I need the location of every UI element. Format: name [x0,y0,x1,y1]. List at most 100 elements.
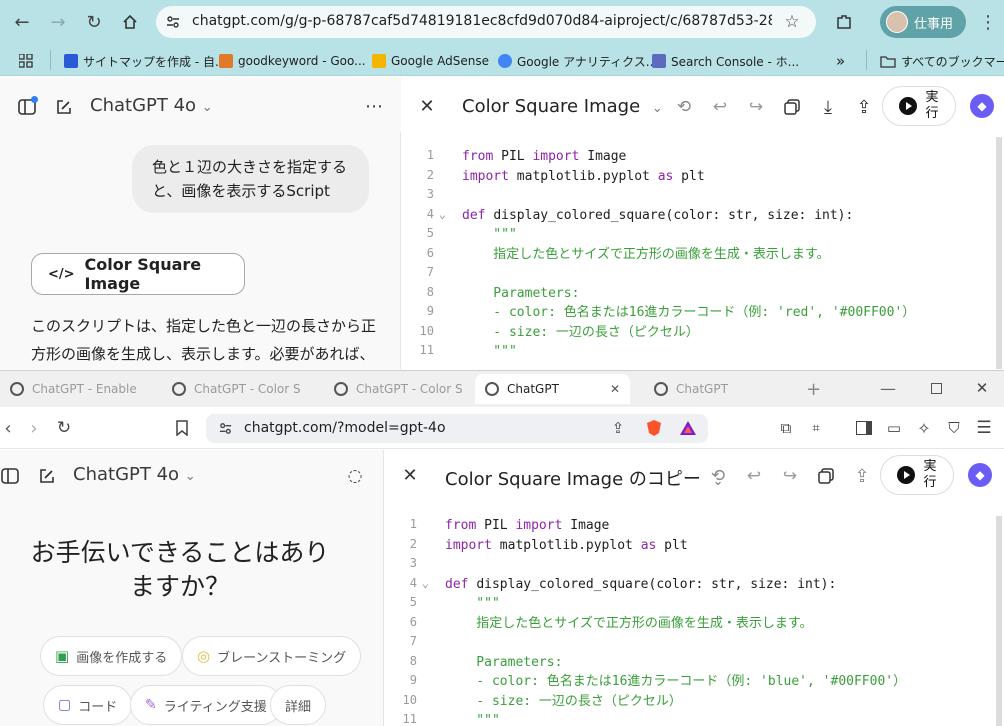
reload-icon[interactable]: ↻ [82,10,106,34]
canvas-open-button[interactable]: </> Color Square Image [31,253,245,295]
extensions-icon[interactable] [832,10,856,34]
bookmark-icon[interactable] [172,418,192,438]
tab-chatgpt-0[interactable]: ChatGPT - Enable Car [4,374,144,404]
share-icon[interactable]: ⇪ [850,464,874,488]
chip-create-image[interactable]: ▣ 画像を作成する [40,636,183,676]
chip-code[interactable]: ▢ コード [43,685,133,725]
sidebar-panel-icon[interactable] [854,418,874,438]
fold-chevron-icon[interactable]: ⌄ [432,207,446,221]
pen-icon: ✎ [145,697,157,713]
model-selector[interactable]: ChatGPT 4o ⌄ [73,464,196,485]
bookmark-item-search-console[interactable]: Search Console - ホ... [652,52,799,70]
line-number: 7 [409,634,417,648]
tab-close-icon[interactable]: ✕ [610,382,620,396]
share-icon[interactable]: ⇪ [608,418,628,438]
forward-arrow-icon[interactable]: → [46,10,70,34]
forward-arrow-icon[interactable]: › [26,418,42,439]
wallet-icon[interactable]: ▭ [884,418,904,438]
copy-icon[interactable] [780,95,804,119]
chip-brainstorm[interactable]: ◎ ブレーンストーミング [182,636,362,676]
apps-grid-icon[interactable] [16,51,36,71]
image-create-icon: ▣ [55,647,70,665]
code-editor[interactable]: 1 from PIL import Image 2 import matplotlib… [402,147,992,369]
address-bar[interactable]: chatgpt.com/g/g-p-68787caf5d74819181ec8c… [156,6,816,38]
leo-ai-icon[interactable]: ✧ [914,418,934,438]
bookmark-item-adsense[interactable]: Google AdSense [372,52,489,70]
bookmark-item-goodkeyword[interactable]: goodkeyword - Goo... [219,52,366,70]
share-icon[interactable]: ⇪ [852,95,876,119]
bookmark-divider [866,50,867,70]
chip-more[interactable]: 詳細 [270,685,327,725]
code-line: import matplotlib.pyplot as plt [462,167,705,187]
code-token: - size: 一辺の長さ（ピクセル） [445,693,682,709]
minimize-icon[interactable]: — [878,378,898,398]
download-icon[interactable]: ⤓ [816,95,840,119]
close-icon[interactable]: ✕ [417,96,437,117]
address-bar[interactable]: chatgpt.com/?model=gpt-4o ⇪ [206,414,708,443]
site-favicon-icon [219,54,233,68]
sidebar-toggle-icon[interactable] [0,465,20,487]
code-token: - color: 色名または16進カラーコード（例: 'red', '#00FF… [462,305,916,320]
undo-icon[interactable]: ↩ [742,464,766,488]
back-arrow-icon[interactable]: ‹ [0,418,16,439]
code-token: """ [462,227,517,242]
hamburger-menu-icon[interactable]: ☰ [974,418,994,438]
canvas-title[interactable]: Color Square Image ⌄ [462,96,663,117]
chip-writing[interactable]: ✎ ライティング支援 [130,685,282,725]
tab-label: ChatGPT [676,382,728,396]
bookmark-item-analytics[interactable]: Google アナリティクス... [498,52,657,70]
new-chat-icon[interactable] [52,96,74,118]
tab-chatgpt-2[interactable]: ChatGPT - Color Squ [328,374,468,404]
code-line: """ [445,711,500,726]
code-token: - color: 色名または16進カラーコード（例: 'blue', '#00F… [445,674,907,689]
bookmark-star-icon[interactable]: ☆ [782,12,802,32]
redo-icon[interactable]: ↪ [778,464,802,488]
bookmark-item-sitemap[interactable]: サイトマップを作成 - 自... [64,52,226,70]
canvas-title[interactable]: Color Square Image のコピー ⌄ [445,465,724,491]
brave-rewards-icon[interactable] [678,418,698,438]
undo-icon[interactable]: ↩ [708,95,732,119]
gem-assistant-icon[interactable]: ◆ [968,463,992,487]
search-console-icon [652,54,666,68]
model-selector[interactable]: ChatGPT 4o ⌄ [90,95,213,116]
tab-chatgpt-1[interactable]: ChatGPT - Color Squa [166,374,306,404]
gem-assistant-icon[interactable]: ◆ [970,94,994,118]
temporary-chat-icon[interactable]: ◌ [344,465,366,487]
profile-button[interactable]: 仕事用 [880,6,966,38]
site-favicon-icon [64,54,78,68]
tab-chatgpt-3[interactable]: ChatGPT ✕ [475,374,630,404]
sidebar-toggle-icon[interactable] [16,96,38,118]
more-options-icon[interactable]: ⋯ [362,94,386,118]
maximize-icon[interactable] [926,378,946,398]
history-icon[interactable]: ⟲ [672,95,696,119]
scrollbar[interactable] [996,516,1002,726]
all-bookmarks-folder[interactable]: すべてのブックマーク [880,52,1004,70]
new-chat-icon[interactable] [35,465,57,487]
code-editor[interactable]: 1 from PIL import Image 2 import matplotlib… [385,516,990,726]
scrollbar[interactable] [996,137,1002,369]
chrome-menu-icon[interactable]: ⋮ [978,10,998,34]
back-arrow-icon[interactable]: ← [10,10,34,34]
code-token: import [462,168,517,184]
history-icon[interactable]: ⟲ [706,464,730,488]
run-button[interactable]: 実行 [880,455,954,495]
site-settings-icon[interactable] [216,419,234,437]
new-tab-button[interactable]: + [806,379,821,400]
site-settings-icon[interactable] [164,13,182,31]
vpn-icon[interactable]: ⛉ [944,418,964,438]
run-button[interactable]: 実行 [882,86,956,126]
redo-icon[interactable]: ↪ [744,95,768,119]
screenshot-icon[interactable]: ⌗ [806,418,826,438]
line-number: 3 [409,556,417,570]
bookmarks-overflow-button[interactable]: » [836,52,845,70]
extensions-icon[interactable]: ⧉ [776,418,796,438]
chevron-down-icon: ⌄ [184,469,196,484]
home-icon[interactable] [118,10,142,34]
fold-chevron-icon[interactable]: ⌄ [415,576,429,590]
reload-icon[interactable]: ↻ [54,418,74,438]
copy-icon[interactable] [814,464,838,488]
brave-shields-icon[interactable] [644,418,664,438]
window-close-icon[interactable]: ✕ [972,378,992,398]
tab-chatgpt-4[interactable]: ChatGPT [648,374,798,404]
close-icon[interactable]: ✕ [400,465,420,486]
